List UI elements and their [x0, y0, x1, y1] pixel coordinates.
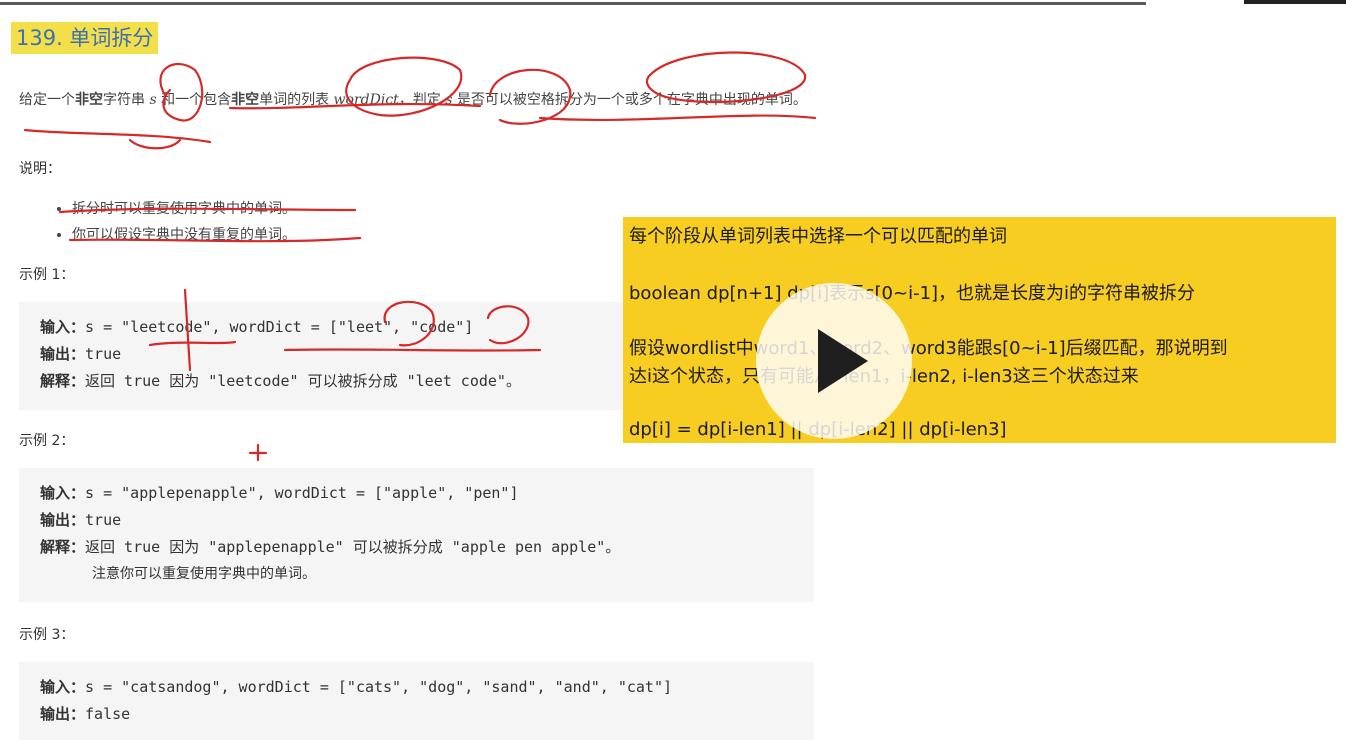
desc-text: 给定一个 — [19, 92, 75, 108]
explain-label: 解释： — [40, 538, 86, 556]
ink-stroke — [23, 128, 212, 144]
desc-strong: 非空 — [231, 92, 260, 108]
play-icon — [818, 329, 868, 393]
explain-note: 注意你可以重复使用字典中的单词。 — [92, 566, 316, 582]
explanation-overlay: 每个阶段从单词列表中选择一个可以匹配的单词 boolean dp[n+1] dp… — [623, 217, 1336, 443]
example-box: 输入：s = "applepenapple", wordDict = ["app… — [19, 468, 814, 602]
desc-text: 单词的列表 — [259, 92, 334, 108]
overlay-line: 每个阶段从单词列表中选择一个可以匹配的单词 — [629, 226, 1007, 247]
notes-list: 拆分时可以重复使用字典中的单词。 你可以假设字典中没有重复的单词。 — [52, 196, 296, 248]
desc-text: ，判定 — [398, 92, 446, 108]
ink-stroke — [248, 443, 268, 462]
play-button[interactable] — [756, 283, 912, 439]
output-value: true — [85, 345, 122, 363]
notes-heading: 说明： — [19, 161, 61, 177]
ink-stroke — [538, 114, 817, 121]
input-value: s = "leetcode", wordDict = ["leet", "cod… — [85, 318, 474, 336]
output-value: true — [85, 511, 122, 529]
input-value: s = "applepenapple", wordDict = ["apple"… — [85, 484, 519, 502]
input-label: 输入： — [40, 484, 86, 502]
desc-var: wordDict — [333, 92, 399, 108]
output-label: 输出： — [40, 511, 86, 529]
input-label: 输入： — [40, 318, 86, 336]
explain-value: 返回 true 因为 "applepenapple" 可以被拆分成 "apple… — [85, 538, 621, 556]
explain-value: 返回 true 因为 "leetcode" 可以被拆分成 "leet code"… — [85, 372, 521, 390]
note-item: 拆分时可以重复使用字典中的单词。 — [72, 196, 296, 222]
problem-title: 139. 单词拆分 — [11, 22, 159, 54]
ink-stroke — [128, 138, 182, 150]
explain-label: 解释： — [40, 372, 86, 390]
output-label: 输出： — [40, 705, 86, 723]
overlay-line: 达i这个状态，只有可能从i-len1，i-len2, i-len3这三个状态过来 — [629, 366, 1139, 387]
input-label: 输入： — [40, 678, 86, 696]
desc-text: 字符串 — [103, 92, 150, 108]
overlay-line: 假设wordlist中word1、word2、word3能跟s[0~i-1]后缀… — [629, 338, 1228, 359]
desc-text: 是否可以被空格拆分为一个或多个在字典中出现的单词。 — [452, 92, 807, 108]
example-heading: 示例 3： — [19, 627, 75, 643]
desc-text: 和一个包含 — [156, 92, 232, 108]
output-value: false — [85, 705, 131, 723]
desc-strong: 非空 — [75, 92, 103, 108]
output-label: 输出： — [40, 345, 86, 363]
note-item: 你可以假设字典中没有重复的单词。 — [72, 222, 296, 248]
desc-var: s — [149, 92, 157, 108]
overlay-paragraph: 假设wordlist中word1、word2、word3能跟s[0~i-1]后缀… — [629, 335, 1329, 391]
example-heading: 示例 1： — [19, 267, 75, 283]
top-divider — [0, 2, 1146, 5]
input-value: s = "catsandog", wordDict = ["cats", "do… — [85, 678, 673, 696]
overlay-line: boolean dp[n+1] dp[i]表示s[0~i-1]，也就是长度为i的… — [629, 283, 1196, 304]
problem-description: 给定一个非空字符串 s 和一个包含非空单词的列表 wordDict，判定 s 是… — [19, 89, 819, 111]
corner-logo — [1244, 0, 1346, 4]
example-box: 输入：s = "catsandog", wordDict = ["cats", … — [19, 662, 814, 740]
example-heading: 示例 2： — [19, 433, 75, 449]
